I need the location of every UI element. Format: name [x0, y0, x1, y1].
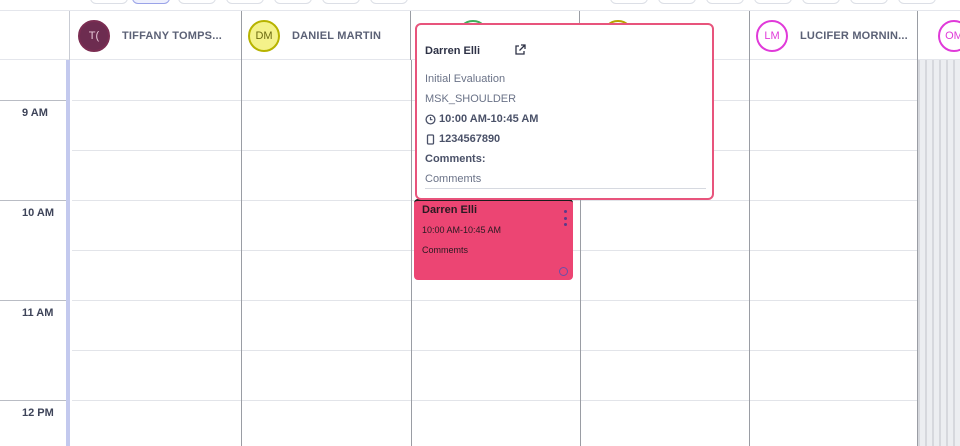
- time-label-12pm: 12 PM: [22, 407, 54, 419]
- toolbar-button[interactable]: [658, 0, 696, 4]
- external-link-icon[interactable]: [513, 43, 527, 57]
- popover-phone-row: 1234567890: [425, 133, 500, 145]
- toolbar-button[interactable]: [274, 0, 312, 4]
- comments-label: Comments:: [425, 153, 486, 165]
- column-header-name: TIFFANY TOMPS...: [122, 29, 222, 42]
- unavailable-column: [918, 60, 960, 446]
- popover-time: 10:00 AM-10:45 AM: [439, 113, 539, 125]
- time-label-10am: 10 AM: [22, 207, 54, 219]
- column-divider: [749, 60, 750, 446]
- toolbar-button[interactable]: [226, 0, 264, 4]
- hour-divider: [0, 200, 66, 201]
- appointment-type: Initial Evaluation: [425, 73, 506, 85]
- appointment-card[interactable]: Darren Elli 10:00 AM-10:45 AM Commemts: [414, 199, 573, 280]
- header-corner: [0, 11, 70, 60]
- column-divider: [241, 60, 242, 446]
- slot-divider: [72, 400, 918, 401]
- toolbar-button[interactable]: [610, 0, 648, 4]
- column-header-om[interactable]: OM: [918, 11, 960, 60]
- column-header-name: LUCIFER MORNIN...: [800, 29, 908, 42]
- toolbar-button[interactable]: [850, 0, 888, 4]
- avatar: T(: [78, 19, 110, 52]
- slot-divider: [72, 300, 918, 301]
- toolbar-button[interactable]: [898, 0, 936, 4]
- column-header-tiffany[interactable]: T( TIFFANY TOMPS...: [72, 11, 242, 60]
- toolbar-button-active[interactable]: [132, 0, 170, 4]
- appointment-time: 10:00 AM-10:45 AM: [422, 225, 502, 235]
- hour-divider: [0, 300, 66, 301]
- appointment-comments: Commemts: [422, 245, 469, 255]
- toolbar-button[interactable]: [706, 0, 744, 4]
- status-ring-icon[interactable]: [559, 267, 568, 276]
- popover-title: Darren Elli: [425, 45, 481, 57]
- avatar: OM: [938, 19, 960, 52]
- toolbar-button[interactable]: [90, 0, 128, 4]
- appointment-popover: Darren Elli Initial Evaluation MSK_SHOUL…: [415, 23, 714, 200]
- comments-field[interactable]: Commemts: [425, 169, 706, 189]
- column-divider: [411, 60, 412, 446]
- time-gutter: 9 AM 10 AM 11 AM 12 PM: [0, 60, 70, 446]
- column-header-lucifer[interactable]: LM LUCIFER MORNIN...: [750, 11, 918, 60]
- appointment-title: Darren Elli: [422, 204, 478, 216]
- avatar: DM: [248, 19, 280, 52]
- phone-icon: [426, 133, 435, 145]
- toolbar-button[interactable]: [802, 0, 840, 4]
- toolbar-button[interactable]: [178, 0, 216, 4]
- hour-divider: [0, 100, 66, 101]
- toolbar-button[interactable]: [370, 0, 408, 4]
- column-header-name: DANIEL MARTIN: [292, 29, 382, 42]
- avatar: LM: [756, 19, 788, 52]
- popover-time-row: 10:00 AM-10:45 AM: [425, 113, 538, 125]
- slot-divider: [72, 350, 918, 351]
- toolbar-button[interactable]: [754, 0, 792, 4]
- clock-icon: [425, 113, 436, 125]
- popover-phone: 1234567890: [439, 133, 501, 145]
- time-label-9am: 9 AM: [22, 107, 48, 119]
- toolbar-strip: [0, 0, 960, 10]
- more-options-icon[interactable]: [564, 210, 568, 226]
- appointment-category: MSK_SHOULDER: [425, 93, 517, 105]
- toolbar-button[interactable]: [322, 0, 360, 4]
- hour-divider: [0, 400, 66, 401]
- time-label-11am: 11 AM: [22, 307, 54, 319]
- column-header-daniel[interactable]: DM DANIEL MARTIN: [242, 11, 411, 60]
